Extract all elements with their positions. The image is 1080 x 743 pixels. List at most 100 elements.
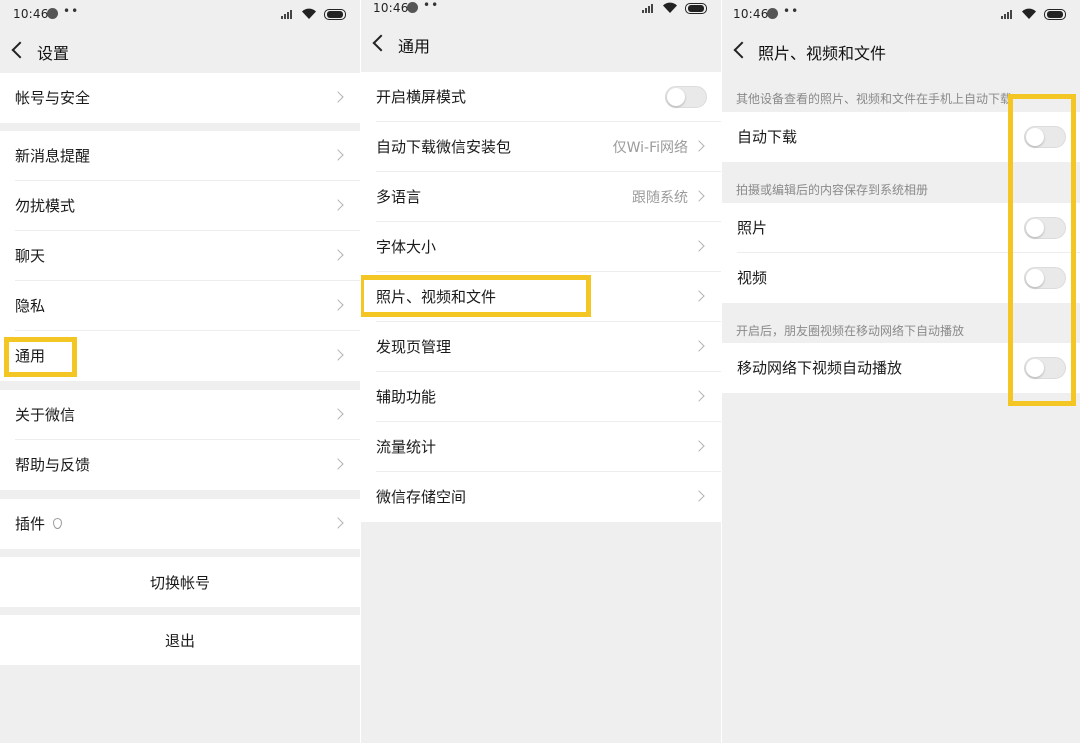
title-bar: 照片、视频和文件 <box>722 31 1080 71</box>
notification-icon <box>767 8 778 19</box>
signal-icon <box>642 3 655 13</box>
general-panel: 10:46 •• 通用 开启横屏模式 自动下载微信安装包 仅Wi-Fi网络 多语… <box>361 0 721 743</box>
chevron-right-icon <box>332 149 344 161</box>
status-dots: •• <box>423 0 440 12</box>
general-item-data-usage[interactable]: 流量统计 <box>361 422 721 472</box>
back-icon[interactable] <box>372 34 390 52</box>
toggle-knob <box>1026 359 1044 377</box>
general-item-language[interactable]: 多语言 跟随系统 <box>361 172 721 222</box>
videos-toggle[interactable] <box>1024 267 1066 289</box>
item-label: 移动网络下视频自动播放 <box>737 359 903 377</box>
auto-download-toggle[interactable] <box>1024 126 1066 148</box>
item-label: 开启横屏模式 <box>376 88 467 106</box>
page-title: 通用 <box>398 37 431 56</box>
chevron-right-icon <box>693 290 705 302</box>
switch-account-button[interactable]: 切换帐号 <box>0 557 360 607</box>
plugin-icon <box>53 518 62 529</box>
general-item-auto-download-installer[interactable]: 自动下载微信安装包 仅Wi-Fi网络 <box>361 122 721 172</box>
item-label: 自动下载微信安装包 <box>376 138 512 156</box>
media-files-panel: 10:46 •• 照片、视频和文件 其他设备查看的照片、视频和文件在手机上自动下… <box>722 0 1080 743</box>
settings-item-help[interactable]: 帮助与反馈 <box>0 440 360 490</box>
back-icon[interactable] <box>11 41 29 59</box>
button-label: 切换帐号 <box>149 574 210 592</box>
general-item-landscape[interactable]: 开启横屏模式 <box>361 72 721 122</box>
toggle-knob <box>667 88 685 106</box>
item-label: 勿扰模式 <box>15 197 76 215</box>
settings-item-account-security[interactable]: 帐号与安全 <box>0 73 360 123</box>
general-item-storage[interactable]: 微信存储空间 <box>361 472 721 522</box>
media-item-videos[interactable]: 视频 <box>722 253 1080 303</box>
item-label: 视频 <box>737 269 768 287</box>
status-bar: 10:46 •• <box>0 0 360 30</box>
page-title: 设置 <box>37 44 70 63</box>
settings-item-privacy[interactable]: 隐私 <box>0 281 360 331</box>
notification-icon <box>407 2 418 13</box>
chevron-right-icon <box>332 91 344 103</box>
section-note: 其他设备查看的照片、视频和文件在手机上自动下载 <box>736 92 1013 106</box>
general-item-discover-management[interactable]: 发现页管理 <box>361 322 721 372</box>
chevron-right-icon <box>332 249 344 261</box>
item-label: 帮助与反馈 <box>15 456 91 474</box>
logout-button[interactable]: 退出 <box>0 615 360 665</box>
item-value: 仅Wi-Fi网络 <box>612 140 688 156</box>
settings-item-plugins[interactable]: 插件 <box>0 499 360 549</box>
mobile-autoplay-toggle[interactable] <box>1024 357 1066 379</box>
title-bar: 通用 <box>361 24 721 64</box>
general-item-media-files[interactable]: 照片、视频和文件 <box>361 272 721 322</box>
chevron-right-icon <box>693 340 705 352</box>
chevron-right-icon <box>332 299 344 311</box>
wifi-icon <box>663 2 677 14</box>
item-label: 辅助功能 <box>376 388 437 406</box>
landscape-toggle[interactable] <box>665 86 707 108</box>
signal-icon <box>281 9 294 19</box>
item-label: 发现页管理 <box>376 338 452 356</box>
status-time: 10:46 <box>733 7 769 21</box>
chevron-right-icon <box>693 390 705 402</box>
status-time: 10:46 <box>13 7 49 21</box>
item-label: 聊天 <box>15 247 46 265</box>
section-note: 开启后，朋友圈视频在移动网络下自动播放 <box>736 324 965 338</box>
settings-item-about[interactable]: 关于微信 <box>0 390 360 440</box>
item-label: 照片 <box>737 219 768 237</box>
item-label: 通用 <box>15 347 46 365</box>
back-icon[interactable] <box>733 41 751 59</box>
media-item-auto-download[interactable]: 自动下载 <box>722 112 1080 162</box>
toggle-knob <box>1026 128 1044 146</box>
photos-toggle[interactable] <box>1024 217 1066 239</box>
wifi-icon <box>302 8 316 19</box>
settings-item-chat[interactable]: 聊天 <box>0 231 360 281</box>
settings-item-notifications[interactable]: 新消息提醒 <box>0 131 360 181</box>
media-item-photos[interactable]: 照片 <box>722 203 1080 253</box>
settings-item-general[interactable]: 通用 <box>0 331 360 381</box>
status-icons <box>1001 8 1066 20</box>
item-label: 多语言 <box>376 188 422 206</box>
item-label: 照片、视频和文件 <box>376 288 497 306</box>
settings-item-do-not-disturb[interactable]: 勿扰模式 <box>0 181 360 231</box>
chevron-right-icon <box>693 190 705 202</box>
button-label: 退出 <box>164 632 195 650</box>
item-label: 隐私 <box>15 297 46 315</box>
general-item-accessibility[interactable]: 辅助功能 <box>361 372 721 422</box>
status-time: 10:46 <box>373 1 409 15</box>
toggle-knob <box>1026 269 1044 287</box>
page-title: 照片、视频和文件 <box>758 44 887 63</box>
title-bar: 设置 <box>0 31 360 71</box>
item-label: 新消息提醒 <box>15 147 91 165</box>
item-label: 插件 <box>15 515 46 533</box>
chevron-right-icon <box>693 440 705 452</box>
toggle-knob <box>1026 219 1044 237</box>
status-icons <box>642 2 707 14</box>
battery-icon <box>685 2 707 14</box>
item-label: 流量统计 <box>376 438 437 456</box>
signal-icon <box>1001 9 1014 19</box>
media-item-mobile-autoplay[interactable]: 移动网络下视频自动播放 <box>722 343 1080 393</box>
item-value: 跟随系统 <box>632 190 688 206</box>
chevron-right-icon <box>693 240 705 252</box>
item-label: 关于微信 <box>15 406 76 424</box>
item-label: 自动下载 <box>737 128 798 146</box>
chevron-right-icon <box>332 517 344 529</box>
settings-panel: 10:46 •• 设置 帐号与安全 新消息提醒 勿扰模式 聊天 隐私 通用 关于… <box>0 0 360 743</box>
chevron-right-icon <box>332 408 344 420</box>
general-item-font-size[interactable]: 字体大小 <box>361 222 721 272</box>
wifi-icon <box>1022 8 1036 19</box>
